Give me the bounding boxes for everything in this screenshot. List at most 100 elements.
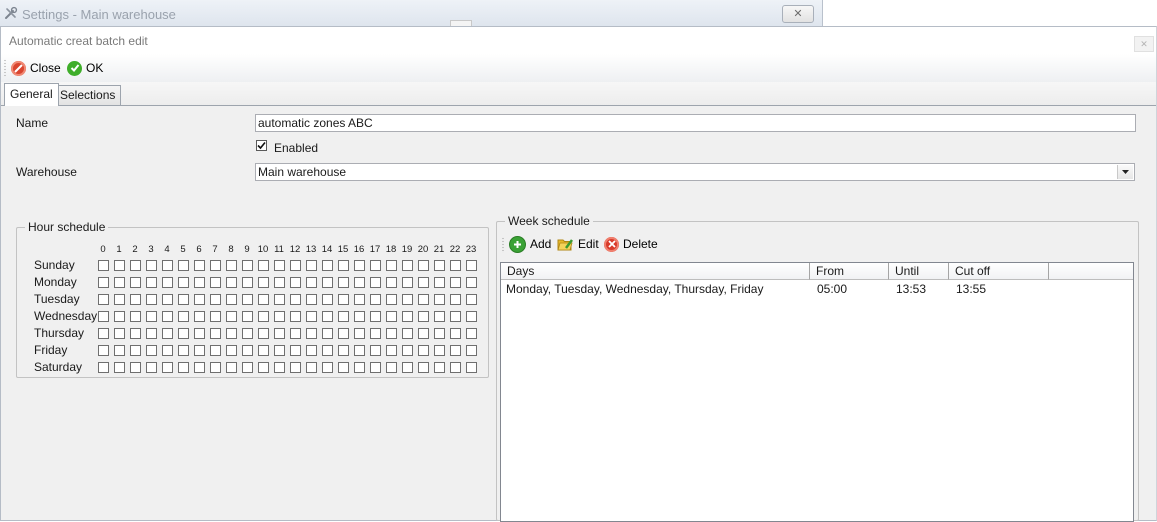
hour-checkbox[interactable] <box>114 294 125 305</box>
column-header-until[interactable]: Until <box>889 263 949 280</box>
hour-checkbox[interactable] <box>354 328 365 339</box>
hour-checkbox[interactable] <box>130 311 141 322</box>
hour-checkbox[interactable] <box>178 311 189 322</box>
hour-checkbox[interactable] <box>418 328 429 339</box>
hour-checkbox[interactable] <box>322 294 333 305</box>
column-header-from[interactable]: From <box>810 263 889 280</box>
hour-checkbox[interactable] <box>210 328 221 339</box>
hour-checkbox[interactable] <box>306 311 317 322</box>
hour-checkbox[interactable] <box>290 345 301 356</box>
toolbar-grip[interactable] <box>4 59 6 77</box>
hour-checkbox[interactable] <box>306 260 317 271</box>
hour-checkbox[interactable] <box>178 328 189 339</box>
hour-checkbox[interactable] <box>402 345 413 356</box>
hour-checkbox[interactable] <box>130 277 141 288</box>
hour-checkbox[interactable] <box>162 328 173 339</box>
tab-general[interactable]: General <box>4 83 59 106</box>
hour-checkbox[interactable] <box>338 260 349 271</box>
hour-checkbox[interactable] <box>402 260 413 271</box>
hour-checkbox[interactable] <box>146 362 157 373</box>
hour-checkbox[interactable] <box>114 328 125 339</box>
hour-checkbox[interactable] <box>258 345 269 356</box>
hour-checkbox[interactable] <box>466 345 477 356</box>
hour-checkbox[interactable] <box>466 362 477 373</box>
hour-checkbox[interactable] <box>370 277 381 288</box>
hour-checkbox[interactable] <box>274 277 285 288</box>
hour-checkbox[interactable] <box>210 277 221 288</box>
hour-checkbox[interactable] <box>370 311 381 322</box>
hour-checkbox[interactable] <box>162 362 173 373</box>
table-row[interactable]: Monday, Tuesday, Wednesday, Thursday, Fr… <box>501 280 1133 298</box>
delete-button[interactable]: Delete <box>604 234 658 254</box>
hour-checkbox[interactable] <box>450 328 461 339</box>
hour-checkbox[interactable] <box>370 260 381 271</box>
hour-checkbox[interactable] <box>434 277 445 288</box>
hour-checkbox[interactable] <box>338 294 349 305</box>
hour-checkbox[interactable] <box>114 277 125 288</box>
hour-checkbox[interactable] <box>226 277 237 288</box>
hour-checkbox[interactable] <box>466 294 477 305</box>
hour-checkbox[interactable] <box>194 345 205 356</box>
hour-checkbox[interactable] <box>354 362 365 373</box>
hour-checkbox[interactable] <box>434 294 445 305</box>
hour-checkbox[interactable] <box>290 277 301 288</box>
hour-checkbox[interactable] <box>354 277 365 288</box>
hour-checkbox[interactable] <box>402 362 413 373</box>
hour-checkbox[interactable] <box>402 328 413 339</box>
hour-checkbox[interactable] <box>386 294 397 305</box>
hour-checkbox[interactable] <box>194 362 205 373</box>
hour-checkbox[interactable] <box>242 260 253 271</box>
hour-checkbox[interactable] <box>274 345 285 356</box>
hour-checkbox[interactable] <box>258 311 269 322</box>
hour-checkbox[interactable] <box>386 362 397 373</box>
hour-checkbox[interactable] <box>130 345 141 356</box>
hour-checkbox[interactable] <box>322 345 333 356</box>
hour-checkbox[interactable] <box>290 294 301 305</box>
hour-checkbox[interactable] <box>290 260 301 271</box>
dialog-close-button[interactable]: ✕ <box>1134 36 1154 52</box>
hour-checkbox[interactable] <box>146 345 157 356</box>
hour-checkbox[interactable] <box>258 260 269 271</box>
hour-checkbox[interactable] <box>194 294 205 305</box>
hour-checkbox[interactable] <box>322 311 333 322</box>
hour-checkbox[interactable] <box>338 345 349 356</box>
hour-checkbox[interactable] <box>274 260 285 271</box>
hour-checkbox[interactable] <box>354 294 365 305</box>
hour-checkbox[interactable] <box>162 345 173 356</box>
hour-checkbox[interactable] <box>98 311 109 322</box>
hour-checkbox[interactable] <box>466 277 477 288</box>
hour-checkbox[interactable] <box>162 277 173 288</box>
hour-checkbox[interactable] <box>402 294 413 305</box>
hour-checkbox[interactable] <box>162 260 173 271</box>
week-schedule-table[interactable]: Days From Until Cut off Monday, Tuesday,… <box>500 262 1134 522</box>
hour-checkbox[interactable] <box>226 345 237 356</box>
hour-checkbox[interactable] <box>434 328 445 339</box>
hour-checkbox[interactable] <box>418 311 429 322</box>
hour-checkbox[interactable] <box>306 328 317 339</box>
hour-checkbox[interactable] <box>274 328 285 339</box>
hour-checkbox[interactable] <box>210 362 221 373</box>
hour-checkbox[interactable] <box>450 260 461 271</box>
hour-checkbox[interactable] <box>242 294 253 305</box>
hour-checkbox[interactable] <box>322 328 333 339</box>
hour-checkbox[interactable] <box>402 277 413 288</box>
hour-checkbox[interactable] <box>178 362 189 373</box>
hour-checkbox[interactable] <box>210 345 221 356</box>
hour-checkbox[interactable] <box>306 294 317 305</box>
hour-checkbox[interactable] <box>98 294 109 305</box>
hour-checkbox[interactable] <box>450 345 461 356</box>
hour-checkbox[interactable] <box>290 311 301 322</box>
hour-checkbox[interactable] <box>290 362 301 373</box>
hour-checkbox[interactable] <box>338 277 349 288</box>
hour-checkbox[interactable] <box>114 345 125 356</box>
hour-checkbox[interactable] <box>370 328 381 339</box>
hour-checkbox[interactable] <box>130 362 141 373</box>
add-button[interactable]: Add <box>509 234 551 254</box>
hour-checkbox[interactable] <box>354 311 365 322</box>
hour-checkbox[interactable] <box>466 311 477 322</box>
hour-checkbox[interactable] <box>306 277 317 288</box>
hour-checkbox[interactable] <box>322 260 333 271</box>
hour-checkbox[interactable] <box>98 277 109 288</box>
hour-checkbox[interactable] <box>194 311 205 322</box>
hour-checkbox[interactable] <box>322 362 333 373</box>
